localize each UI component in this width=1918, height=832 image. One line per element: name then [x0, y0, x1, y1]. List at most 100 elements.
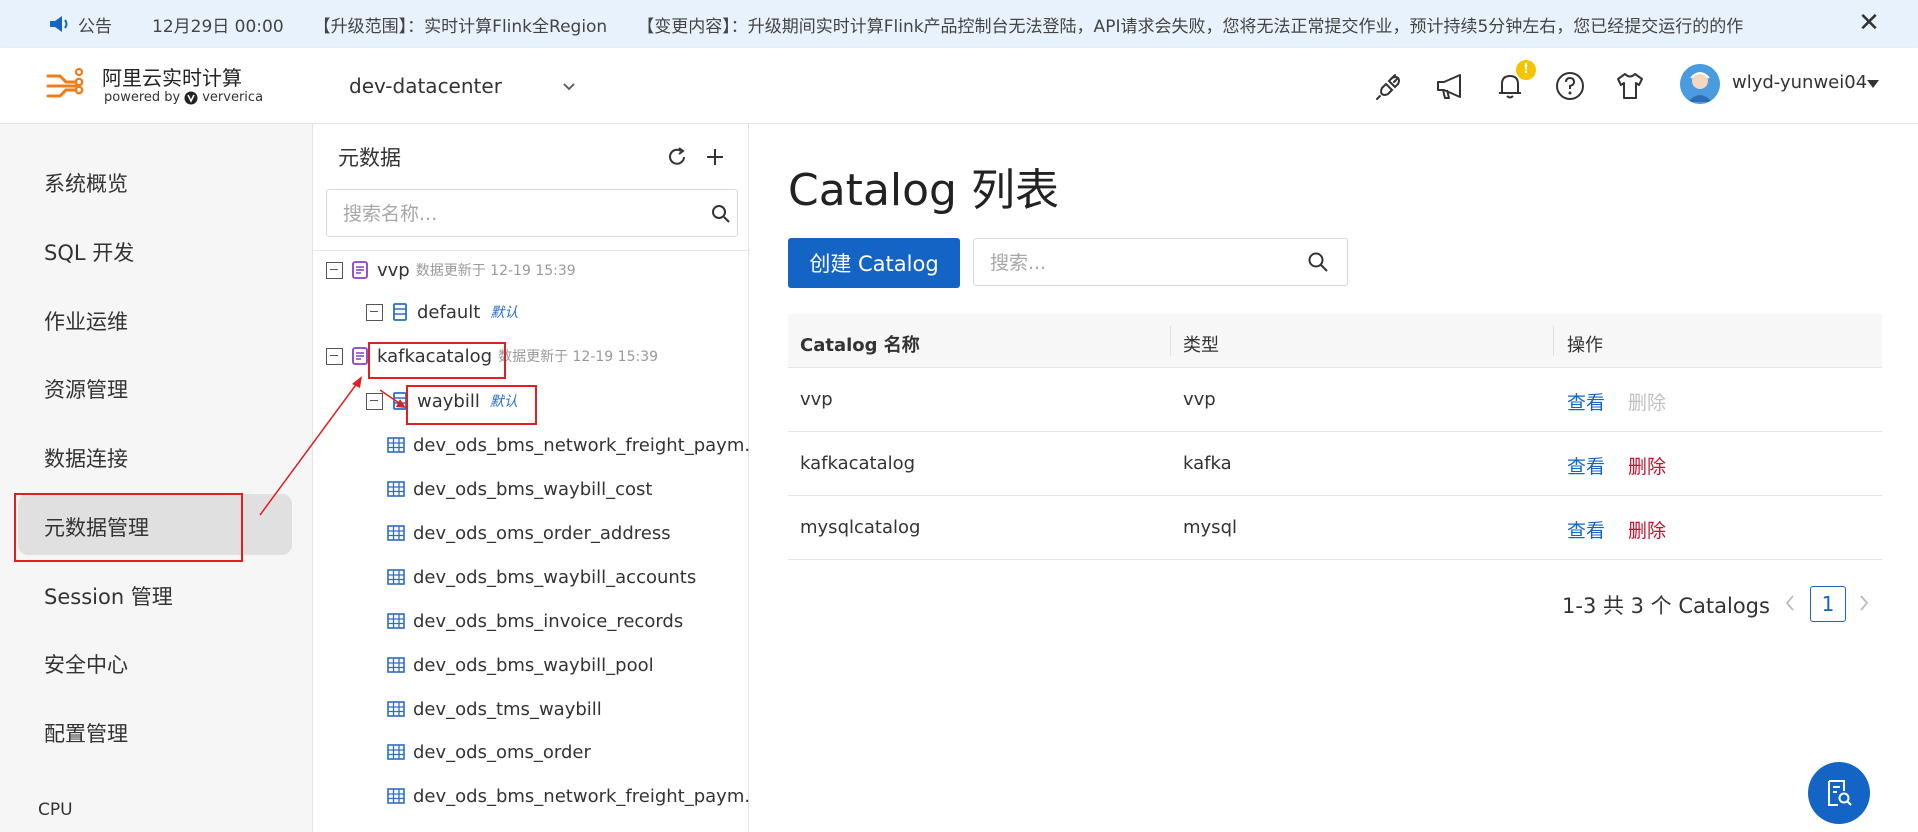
cell-catalog-name: vvp: [800, 389, 833, 410]
tree-table[interactable]: dev_ods_oms_order: [387, 734, 591, 770]
avatar[interactable]: [1680, 64, 1720, 104]
main-content: Catalog 列表 创建 Catalog Catalog 名称 类型 操作 v…: [750, 124, 1918, 832]
collapse-icon[interactable]: [326, 347, 343, 365]
close-icon[interactable]: ✕: [1854, 8, 1884, 38]
chevron-right-icon[interactable]: [1856, 592, 1872, 614]
workspace-select[interactable]: dev-datacenter: [349, 74, 502, 98]
cell-catalog-type: vvp: [1183, 389, 1216, 410]
top-header: 阿里云实时计算 powered by ververica dev-datacen…: [0, 48, 1918, 124]
tree-table[interactable]: dev_ods_bms_network_freight_paym...: [387, 778, 762, 814]
tree-table[interactable]: dev_ods_bms_waybill_accounts: [387, 559, 696, 595]
nav-item-security[interactable]: 安全中心: [44, 649, 128, 679]
nav-item-resources[interactable]: 资源管理: [44, 374, 128, 404]
column-header-actions: 操作: [1567, 335, 1603, 356]
tree-table[interactable]: dev_ods_bms_invoice_records: [387, 603, 683, 639]
search-icon[interactable]: [1307, 251, 1329, 273]
table-row: mysqlcatalog mysql 查看 删除: [788, 497, 1882, 560]
metadata-search: [326, 189, 738, 237]
plug-icon[interactable]: [1374, 70, 1406, 102]
username[interactable]: wlyd-yunwei04: [1732, 72, 1867, 93]
table-name: dev_ods_bms_waybill_cost: [413, 478, 653, 500]
megaphone-icon[interactable]: [1434, 70, 1466, 102]
nav-item-session[interactable]: Session 管理: [44, 581, 173, 611]
announcement-scope: 【升级范围】：实时计算Flink全Region: [313, 16, 608, 37]
feedback-fab[interactable]: [1808, 762, 1870, 824]
tshirt-icon[interactable]: [1614, 70, 1646, 102]
chevron-down-icon[interactable]: [561, 78, 577, 94]
create-catalog-button[interactable]: 创建 Catalog: [788, 238, 960, 288]
default-tag: 默认: [490, 305, 519, 321]
app-root: 公告 12月29日 00:00 【升级范围】：实时计算Flink全Region …: [0, 0, 1918, 832]
annotation-box-waybill: [406, 385, 537, 425]
table-icon: [387, 525, 405, 541]
announcement-label: 公告: [78, 16, 112, 37]
table-icon: [387, 701, 405, 717]
collapse-icon[interactable]: [366, 303, 383, 321]
column-divider: [1553, 326, 1554, 356]
view-link[interactable]: 查看: [1567, 452, 1605, 479]
cell-catalog-name: mysqlcatalog: [800, 517, 921, 538]
tree-table[interactable]: dev_ods_bms_network_freight_paym...: [387, 427, 762, 463]
nav-item-job-ops[interactable]: 作业运维: [44, 306, 128, 336]
cpu-label: CPU: [38, 800, 73, 820]
vendor-name: ververica: [202, 90, 264, 105]
plus-icon[interactable]: [704, 146, 726, 168]
caret-down-icon[interactable]: [1866, 78, 1880, 90]
table-header: Catalog 名称 类型 操作: [788, 314, 1882, 368]
nav-item-overview[interactable]: 系统概览: [44, 168, 128, 198]
tree-catalog-meta: 数据更新于 12-19 15:39: [415, 263, 576, 279]
tree-table[interactable]: dev_ods_oms_order_address: [387, 515, 671, 551]
table-icon: [387, 613, 405, 629]
announcement-content: 【变更内容】：升级期间实时计算Flink产品控制台无法登陆，API请求会失败，您…: [637, 16, 1744, 37]
catalog-search-input[interactable]: [990, 249, 1290, 277]
metadata-search-input[interactable]: [343, 200, 683, 228]
help-icon[interactable]: [1554, 70, 1586, 102]
delete-link[interactable]: 删除: [1628, 516, 1666, 543]
powered-by-label: powered by: [104, 90, 181, 105]
speaker-icon: [50, 16, 68, 32]
announcement-bar: 公告 12月29日 00:00 【升级范围】：实时计算Flink全Region …: [0, 0, 1918, 48]
nav-item-data-connect[interactable]: 数据连接: [44, 443, 128, 473]
tree-table[interactable]: dev_ods_bms_waybill_cost: [387, 471, 652, 507]
database-icon: [393, 303, 407, 321]
view-link[interactable]: 查看: [1567, 516, 1605, 543]
pagination-page-current[interactable]: 1: [1810, 586, 1846, 622]
tree-catalog-meta: 数据更新于 12-19 15:39: [498, 349, 659, 365]
tree-table[interactable]: dev_ods_tms_waybill: [387, 691, 602, 727]
annotation-box-kafkacatalog: [368, 342, 506, 379]
metadata-panel-title: 元数据: [338, 146, 401, 170]
search-icon[interactable]: [711, 204, 731, 224]
divider: [313, 250, 750, 251]
logo-icon: [46, 68, 84, 98]
table-name: dev_ods_tms_waybill: [413, 698, 602, 720]
view-link[interactable]: 查看: [1567, 388, 1605, 415]
tree-table[interactable]: dev_ods_bms_waybill_pool: [387, 647, 654, 683]
tree-catalog-vvp[interactable]: vvp 数据更新于 12-19 15:39: [326, 252, 576, 288]
metadata-panel: 元数据 vvp 数据更新于 12-19 15:39: [312, 124, 762, 832]
table-name: dev_ods_bms_waybill_pool: [413, 654, 654, 676]
tree-database-default[interactable]: default 默认: [366, 294, 518, 330]
delete-link[interactable]: 删除: [1628, 452, 1666, 479]
collapse-icon[interactable]: [366, 392, 383, 410]
table-row: vvp vvp 查看 删除: [788, 369, 1882, 432]
table-name: dev_ods_oms_order_address: [413, 522, 671, 544]
table-icon: [387, 788, 405, 804]
column-header-type: 类型: [1183, 335, 1219, 356]
table-icon: [387, 569, 405, 585]
pagination-summary: 1-3 共 3 个 Catalogs: [1562, 594, 1770, 618]
chevron-left-icon[interactable]: [1782, 592, 1798, 614]
collapse-icon[interactable]: [326, 261, 343, 279]
table-name: dev_ods_bms_network_freight_paym...: [413, 785, 762, 807]
nav-item-config[interactable]: 配置管理: [44, 718, 128, 748]
notification-badge: !: [1516, 60, 1536, 80]
table-name: dev_ods_bms_waybill_accounts: [413, 566, 697, 588]
announcement-fade: [1798, 0, 1858, 48]
page-title: Catalog 列表: [788, 165, 1059, 216]
cell-catalog-type: kafka: [1183, 453, 1232, 474]
document-search-icon: [1828, 780, 1852, 806]
refresh-icon[interactable]: [666, 146, 688, 168]
catalog-search: [973, 238, 1348, 286]
column-header-name: Catalog 名称: [800, 335, 920, 356]
delete-link-disabled: 删除: [1628, 392, 1667, 414]
nav-item-sql-dev[interactable]: SQL 开发: [44, 237, 134, 267]
